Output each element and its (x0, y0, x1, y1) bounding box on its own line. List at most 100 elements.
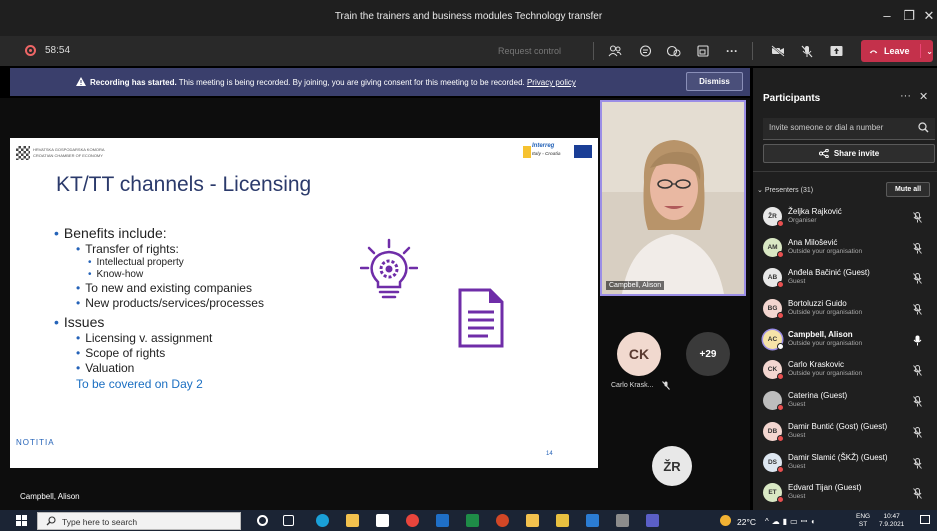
panel-divider (753, 171, 937, 172)
more-actions-icon[interactable]: ··· (721, 41, 743, 61)
snipping-tool-icon[interactable] (616, 514, 629, 527)
participant-row[interactable]: DS Damir Slamić (ŠKŽ) (Guest) Guest (753, 448, 937, 479)
more-participants-badge[interactable]: +29 (686, 332, 730, 376)
presence-status-icon (777, 220, 784, 227)
participant-avatar (763, 391, 784, 412)
language-indicator[interactable]: ENG ST (856, 513, 870, 529)
presence-status-icon (777, 465, 784, 473)
mic-muted-icon[interactable] (913, 394, 922, 412)
slide-title: KT/TT channels - Licensing (56, 173, 312, 196)
word-icon[interactable] (586, 514, 599, 527)
notifications-icon[interactable] (920, 515, 930, 524)
slide-footer-text: NOTITIA (16, 438, 55, 447)
participant-avatar: ET (763, 483, 784, 504)
mic-muted-icon[interactable] (913, 486, 922, 504)
participant-row[interactable]: ET Edvard Tijan (Guest) Guest (753, 478, 937, 509)
mic-muted-icon[interactable] (913, 210, 922, 228)
sticky-notes-icon[interactable] (526, 514, 539, 527)
panel-more-icon[interactable]: ··· (900, 90, 911, 102)
leave-button[interactable]: Leave ⌄ (861, 40, 933, 62)
title-bar: Train the trainers and business modules … (0, 0, 937, 36)
powerpoint-icon[interactable] (496, 514, 509, 527)
presenters-section-header[interactable]: ⌄ Presenters (31) (757, 186, 813, 194)
participant-row[interactable]: AM Ana Milošević Outside your organisation (753, 233, 937, 264)
speaker-video-tile[interactable]: Campbell, Alison (600, 100, 746, 296)
outlook-icon[interactable] (436, 514, 449, 527)
teams-icon[interactable] (646, 514, 659, 527)
chrome-icon[interactable] (406, 514, 419, 527)
participant-avatar: AM (763, 237, 784, 258)
share-tray-icon[interactable] (692, 41, 714, 61)
panel-close-icon[interactable]: ✕ (919, 90, 928, 103)
file-explorer-icon[interactable] (346, 514, 359, 527)
cortana-icon[interactable] (257, 515, 268, 526)
windows-start-icon[interactable] (16, 515, 27, 526)
store-icon[interactable] (376, 514, 389, 527)
invite-field[interactable] (763, 118, 935, 140)
mic-muted-icon[interactable] (913, 363, 922, 381)
camera-off-icon[interactable] (767, 41, 789, 61)
mic-muted-icon[interactable] (913, 425, 922, 443)
invite-input[interactable] (769, 123, 909, 132)
slide-bullet: • Transfer of rights: (76, 242, 179, 256)
mic-muted-icon[interactable] (913, 271, 922, 289)
participant-name: Ana Milošević (788, 237, 838, 247)
participant-avatar: AC (763, 329, 784, 350)
participant-row[interactable]: DB Damir Buntić (Gost) (Guest) Guest (753, 417, 937, 448)
participant-row[interactable]: AC Campbell, Alison Outside your organisat… (753, 325, 937, 356)
taskbar-clock[interactable]: 10:47 7.9.2021 (879, 513, 904, 529)
folder-icon[interactable] (556, 514, 569, 527)
close-window-button[interactable]: ✕ (919, 8, 937, 24)
participants-panel: Participants ··· ✕ Share invite ⌄ Presen… (753, 68, 937, 510)
chat-icon[interactable] (634, 41, 656, 61)
participants-icon[interactable] (604, 41, 626, 61)
excel-icon[interactable] (466, 514, 479, 527)
avatar-ck[interactable]: CK (617, 332, 661, 376)
participant-name: Caterina (Guest) (788, 391, 848, 401)
mute-all-button[interactable]: Mute all (886, 182, 930, 197)
taskbar-search-box[interactable]: Type here to search (37, 512, 241, 530)
mic-off-icon[interactable] (796, 41, 818, 61)
slide-bullet: • Intellectual property (88, 257, 184, 268)
participant-row[interactable]: CK Carlo Kraskovic Outside your organisati… (753, 355, 937, 386)
eu-flag-icon (574, 145, 592, 158)
reactions-icon[interactable] (663, 41, 685, 61)
weather-icon[interactable] (720, 515, 731, 526)
task-view-icon[interactable] (283, 515, 294, 526)
privacy-policy-link[interactable]: Privacy policy (527, 78, 576, 87)
slide-bullet-list: • Benefits include: • Transfer of rights: … (54, 223, 264, 391)
mic-muted-icon[interactable] (913, 456, 922, 474)
mic-muted-icon[interactable] (913, 241, 922, 259)
participant-row[interactable]: AB Anđela Bačinić (Guest) Guest (753, 263, 937, 294)
participant-role: Outside your organisation (788, 309, 863, 317)
participant-row[interactable]: Caterina (Guest) Guest (753, 386, 937, 417)
maximize-button[interactable]: ❐ (899, 8, 919, 24)
participant-role: Guest (788, 493, 806, 501)
mic-muted-icon[interactable] (913, 302, 922, 320)
request-control-button[interactable]: Request control (498, 46, 561, 56)
participant-row[interactable]: BG Bortoluzzi Guido Outside your organisat… (753, 294, 937, 325)
share-invite-button[interactable]: Share invite (763, 144, 935, 163)
chevron-down-icon[interactable]: ⌄ (926, 47, 933, 56)
system-tray-icons[interactable]: ^☁▮▭ꟷ◖ (765, 516, 818, 527)
taskbar-search-placeholder: Type here to search (62, 517, 138, 527)
dismiss-button[interactable]: Dismiss (686, 72, 743, 91)
search-icon[interactable] (918, 122, 929, 133)
shared-slide: HRVATSKA GOSPODARSKA KOMORA CROATIAN CHA… (10, 138, 598, 468)
minimize-button[interactable]: – (877, 8, 897, 23)
document-icon (458, 288, 504, 348)
participant-name: Damir Buntić (Gost) (Guest) (788, 421, 888, 431)
participant-name: Željka Rajković (788, 207, 842, 216)
presence-status-icon (777, 434, 784, 442)
mic-icon[interactable] (913, 333, 922, 351)
video-tile-label: Campbell, Alison (606, 281, 665, 290)
meeting-timer: 58:54 (45, 45, 71, 56)
slide-bullet: • Know-how (88, 269, 144, 280)
avatar-zr[interactable]: ŽR (652, 446, 692, 486)
participant-row[interactable]: ŽR Željka Rajković Organiser (753, 202, 937, 233)
presence-status-icon (777, 250, 784, 258)
share-content-icon[interactable] (825, 41, 847, 61)
participant-name: Anđela Bačinić (Guest) (788, 268, 870, 278)
lightbulb-gear-icon (360, 238, 418, 299)
edge-icon[interactable] (316, 514, 329, 527)
